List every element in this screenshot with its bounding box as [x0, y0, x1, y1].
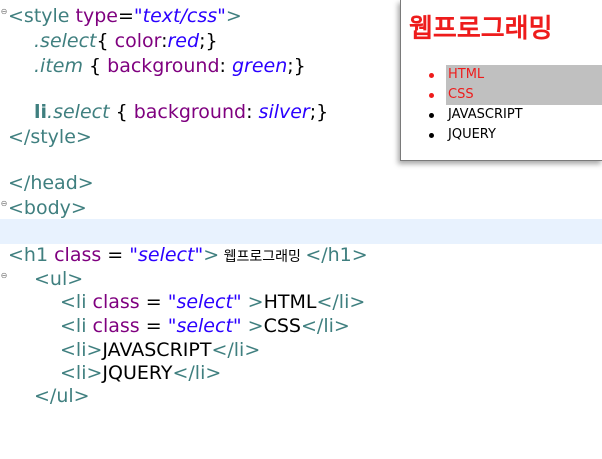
token: <li>	[60, 362, 103, 384]
token: silver	[258, 101, 310, 123]
token: <li>	[60, 339, 103, 361]
token: HTML	[263, 291, 317, 313]
bullet-icon	[429, 113, 434, 118]
list-item: JQUERY	[401, 125, 602, 145]
code-line-8[interactable]: <h1 class = "select"> 웹프로그래밍 </h1>	[0, 243, 602, 268]
token: type	[75, 5, 118, 27]
page-heading: 웹프로그래밍	[409, 14, 553, 44]
token: <li	[60, 291, 93, 313]
code-line-7[interactable]: <body>	[0, 196, 602, 221]
code-line-9[interactable]: <ul>	[0, 267, 602, 292]
preview-list: HTML CSS JAVASCRIPT JQUERY	[401, 65, 602, 145]
token: background	[107, 55, 220, 77]
bullet-icon	[429, 73, 434, 78]
token: color	[114, 30, 162, 52]
token: </li>	[211, 339, 261, 361]
token: class	[54, 244, 102, 266]
token: <h1	[8, 244, 55, 266]
token: "select"	[167, 315, 242, 337]
token: "select"	[129, 244, 204, 266]
token: >	[241, 315, 264, 337]
token: background	[133, 101, 247, 123]
code-line-14[interactable]: </ul>	[0, 384, 602, 409]
token: </style>	[8, 126, 92, 148]
token: <style	[8, 5, 76, 27]
token: ;}	[287, 55, 306, 77]
token: "text/css"	[133, 5, 226, 27]
token: "select"	[167, 291, 242, 313]
token: JQUERY	[102, 362, 173, 384]
list-item: JAVASCRIPT	[401, 105, 602, 125]
token: class	[92, 291, 140, 313]
token: :	[246, 101, 259, 123]
token: green	[231, 55, 288, 77]
token: </li>	[301, 315, 350, 337]
token: </ul>	[34, 385, 90, 407]
token: ;}	[199, 30, 218, 52]
token: <ul>	[34, 268, 84, 290]
token: <li	[60, 315, 93, 337]
token: {	[82, 55, 108, 77]
token: =	[117, 5, 134, 27]
code-line-11[interactable]: <li class = "select" >CSS</li>	[0, 314, 602, 339]
token: </li>	[172, 362, 222, 384]
token: >	[241, 291, 264, 313]
browser-preview-panel: 웹프로그래밍 HTML CSS JAVASCRIPT JQUERY	[400, 0, 602, 161]
bullet-icon	[429, 93, 434, 98]
token: </li>	[316, 291, 366, 313]
token: >	[203, 244, 220, 266]
token: .select	[47, 101, 110, 123]
token: class	[92, 315, 140, 337]
token: .item	[34, 55, 83, 77]
token: :	[219, 55, 232, 77]
code-line-6[interactable]: </head>	[0, 171, 602, 196]
token: {	[109, 101, 134, 123]
list-item-label: HTML	[448, 67, 485, 82]
token: li	[34, 101, 48, 123]
token: <body>	[8, 197, 87, 219]
list-item-label: JQUERY	[448, 127, 496, 142]
token: 웹프로그래밍	[219, 249, 306, 265]
list-item: HTML	[429, 65, 602, 85]
token: </h1>	[305, 244, 368, 266]
current-line-highlight[interactable]	[0, 219, 602, 244]
list-item-label: JAVASCRIPT	[448, 107, 523, 122]
token: .select	[34, 30, 97, 52]
token: {	[96, 30, 115, 52]
code-line-13[interactable]: <li>JQUERY</li>	[0, 361, 602, 386]
token: red	[167, 30, 200, 52]
list-item: CSS	[429, 85, 602, 105]
token: ;}	[309, 101, 329, 123]
code-line-10[interactable]: <li class = "select" >HTML</li>	[0, 290, 602, 315]
token: =	[139, 291, 168, 313]
list-item-label: CSS	[448, 87, 474, 102]
code-line-12[interactable]: <li>JAVASCRIPT</li>	[0, 338, 602, 363]
token: =	[139, 315, 168, 337]
bullet-icon	[429, 133, 434, 138]
token: CSS	[263, 315, 301, 337]
token: JAVASCRIPT	[102, 339, 212, 361]
token: </head>	[8, 172, 94, 194]
token: >	[225, 5, 242, 27]
token: =	[101, 244, 130, 266]
